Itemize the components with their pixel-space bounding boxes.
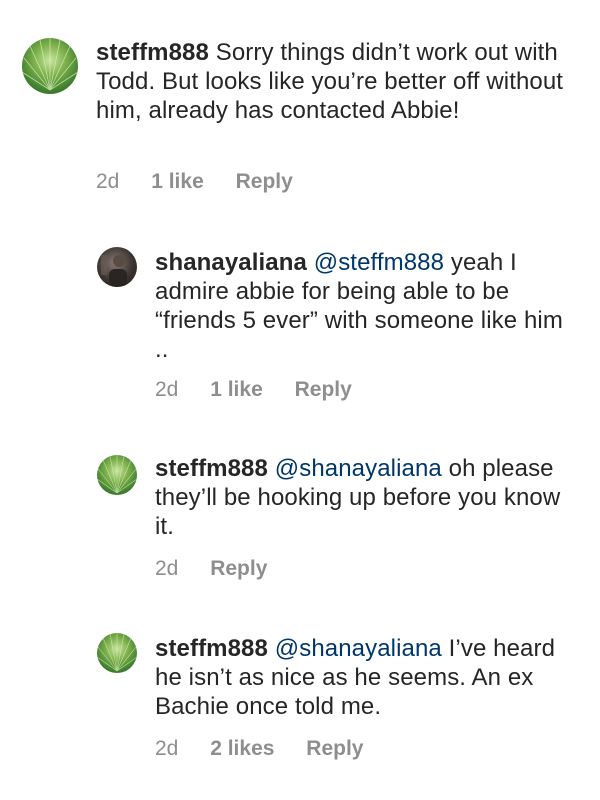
comment-username[interactable]: steffm888 — [155, 635, 268, 662]
reply-button[interactable]: Reply — [306, 737, 363, 760]
avatar[interactable] — [22, 38, 78, 94]
comment-meta: 2d 1 like Reply — [96, 170, 319, 194]
comment-text: steffm888 @shanayaliana I’ve heard he is… — [155, 634, 575, 721]
comment-meta: 2d 2 likes Reply — [155, 737, 389, 761]
mention-link[interactable]: @shanayaliana — [275, 635, 442, 662]
palm-leaf-icon — [97, 633, 137, 672]
comment-text: steffm888 @shanayaliana oh please they’l… — [155, 454, 575, 541]
comment-3: steffm888 @shanayaliana oh please they’l… — [0, 440, 600, 600]
comment-time: 2d — [155, 737, 179, 760]
comment-time: 2d — [155, 378, 179, 401]
likes-count[interactable]: 1 like — [151, 170, 204, 193]
comment-text: shanayaliana @steffm888 yeah I admire ab… — [155, 248, 575, 364]
comment-time: 2d — [96, 170, 120, 193]
reply-button[interactable]: Reply — [295, 378, 352, 401]
likes-count[interactable]: 1 like — [210, 378, 263, 401]
comment-4: steffm888 @shanayaliana I’ve heard he is… — [0, 620, 600, 790]
profile-photo-icon — [101, 255, 127, 287]
reply-button[interactable]: Reply — [210, 557, 267, 580]
palm-leaf-icon — [22, 38, 78, 91]
avatar[interactable] — [97, 455, 137, 495]
likes-count[interactable]: 2 likes — [210, 737, 274, 760]
palm-leaf-icon — [97, 455, 137, 494]
mention-link[interactable]: @shanayaliana — [275, 455, 442, 482]
comment-meta: 2d 1 like Reply — [155, 378, 378, 402]
comment-username[interactable]: steffm888 — [155, 455, 268, 482]
avatar[interactable] — [97, 633, 137, 673]
mention-link[interactable]: @steffm888 — [314, 249, 444, 276]
comment-time: 2d — [155, 557, 179, 580]
comment-1: steffm888 Sorry things didn’t work out w… — [0, 0, 600, 210]
comment-2: shanayaliana @steffm888 yeah I admire ab… — [0, 230, 600, 420]
reply-button[interactable]: Reply — [236, 170, 293, 193]
comment-meta: 2d Reply — [155, 557, 293, 581]
comment-username[interactable]: steffm888 — [96, 39, 209, 66]
comment-text: steffm888 Sorry things didn’t work out w… — [96, 38, 576, 125]
comment-username[interactable]: shanayaliana — [155, 249, 307, 276]
avatar[interactable] — [97, 247, 137, 287]
